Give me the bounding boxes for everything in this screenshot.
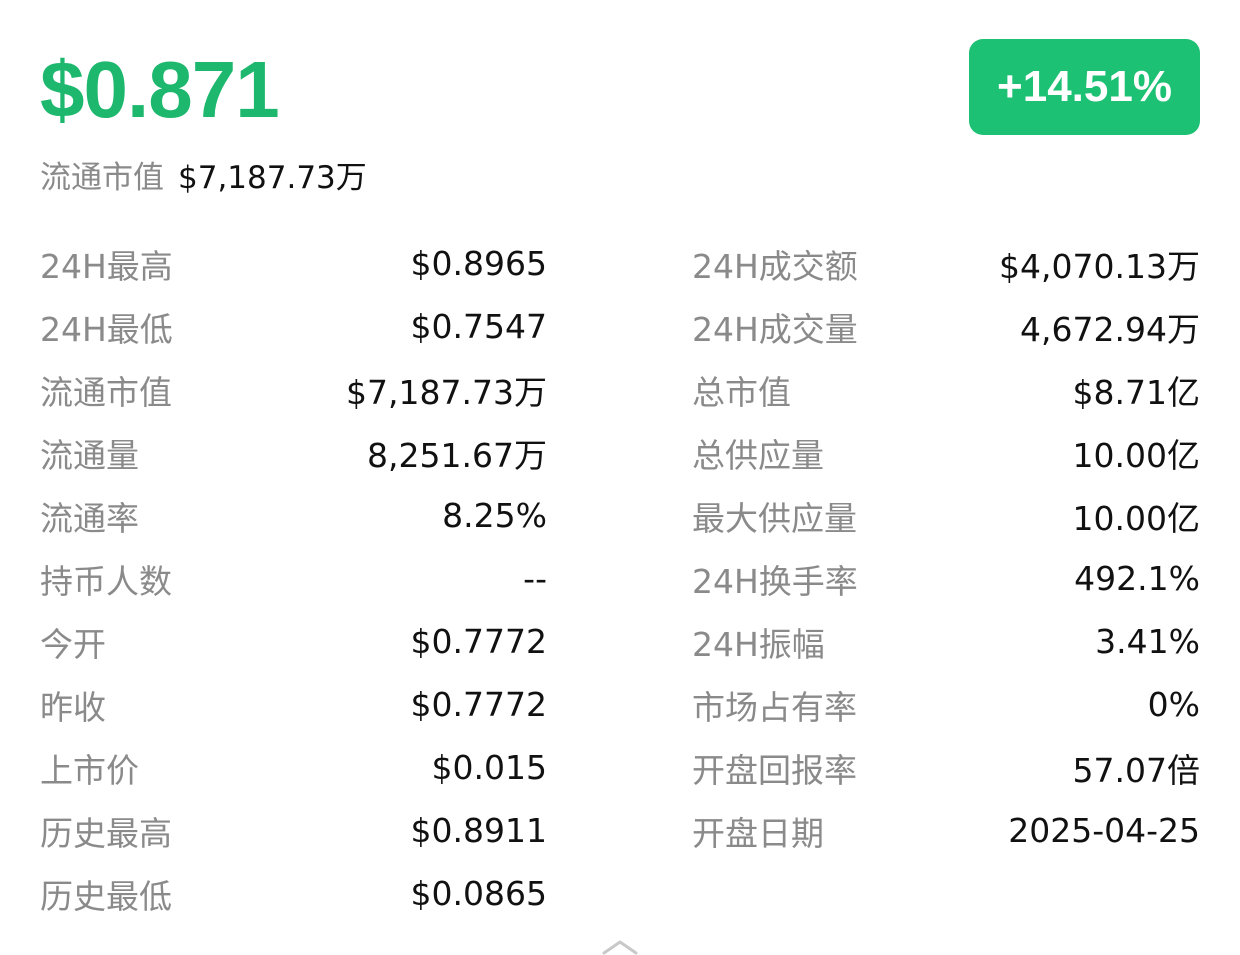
circulating-market-cap-label: 流通市值 bbox=[40, 159, 164, 196]
stat-row-total-market-cap: 总市值 $8.71亿 bbox=[692, 358, 1200, 421]
stat-row-opening-return: 开盘回报率 57.07倍 bbox=[692, 736, 1200, 799]
stat-row-opening-date: 开盘日期 2025-04-25 bbox=[692, 799, 1200, 862]
stat-label: 开盘回报率 bbox=[692, 750, 857, 790]
stat-row-all-time-low: 历史最低 $0.0865 bbox=[40, 862, 547, 925]
stat-value: $0.7772 bbox=[410, 685, 547, 724]
stat-label: 开盘日期 bbox=[692, 813, 824, 853]
stat-value: $8.71亿 bbox=[1072, 372, 1200, 412]
stat-row-all-time-high: 历史最高 $0.8911 bbox=[40, 799, 547, 862]
stat-value: 10.00亿 bbox=[1072, 498, 1200, 538]
stat-label: 24H最低 bbox=[40, 309, 173, 349]
stat-value: $0.7547 bbox=[410, 307, 547, 346]
stat-value: $0.8911 bbox=[410, 811, 547, 850]
stat-value: 492.1% bbox=[1074, 559, 1200, 598]
stat-value: 0% bbox=[1147, 685, 1200, 724]
stat-row-24h-turnover: 24H成交额 $4,070.13万 bbox=[692, 232, 1200, 295]
stat-row-market-share: 市场占有率 0% bbox=[692, 673, 1200, 736]
stat-value: 8,251.67万 bbox=[367, 435, 547, 475]
stat-row-24h-volume: 24H成交量 4,672.94万 bbox=[692, 295, 1200, 358]
stats-left-column: 24H最高 $0.8965 24H最低 $0.7547 流通市值 $7,187.… bbox=[40, 232, 547, 925]
stat-value: 4,672.94万 bbox=[1020, 309, 1200, 349]
stat-value: $0.0865 bbox=[410, 874, 547, 913]
stat-value: -- bbox=[523, 559, 547, 598]
stat-row-circulating-market-cap: 流通市值 $7,187.73万 bbox=[40, 358, 547, 421]
stat-value: 8.25% bbox=[442, 496, 547, 535]
stat-label: 持币人数 bbox=[40, 561, 172, 601]
stat-row-total-supply: 总供应量 10.00亿 bbox=[692, 421, 1200, 484]
stat-label: 24H成交额 bbox=[692, 246, 858, 286]
stat-row-24h-high: 24H最高 $0.8965 bbox=[40, 232, 547, 295]
stat-value: $4,070.13万 bbox=[999, 246, 1200, 286]
circulating-market-cap-summary: 流通市值 $7,187.73万 bbox=[40, 152, 367, 196]
stat-row-circulation-rate: 流通率 8.25% bbox=[40, 484, 547, 547]
current-price: $0.871 bbox=[40, 45, 280, 134]
stat-value: $7,187.73万 bbox=[346, 372, 547, 412]
stat-row-24h-low: 24H最低 $0.7547 bbox=[40, 295, 547, 358]
stat-label: 历史最高 bbox=[40, 813, 172, 853]
stat-row-prev-close: 昨收 $0.7772 bbox=[40, 673, 547, 736]
price-change-badge: +14.51% bbox=[969, 39, 1200, 135]
stat-label: 上市价 bbox=[40, 750, 139, 790]
stat-row-listing-price: 上市价 $0.015 bbox=[40, 736, 547, 799]
stat-value: 10.00亿 bbox=[1072, 435, 1200, 475]
stat-row-today-open: 今开 $0.7772 bbox=[40, 610, 547, 673]
stat-row-24h-amplitude: 24H振幅 3.41% bbox=[692, 610, 1200, 673]
stat-label: 流通量 bbox=[40, 435, 139, 475]
stat-row-24h-turnover-rate: 24H换手率 492.1% bbox=[692, 547, 1200, 610]
stat-row-circulating-supply: 流通量 8,251.67万 bbox=[40, 421, 547, 484]
stat-label: 今开 bbox=[40, 624, 106, 664]
stat-label: 24H振幅 bbox=[692, 624, 825, 664]
stat-label: 总市值 bbox=[692, 372, 791, 412]
stat-label: 最大供应量 bbox=[692, 498, 857, 538]
chevron-up-icon[interactable] bbox=[600, 938, 640, 955]
stat-value: 57.07倍 bbox=[1072, 750, 1200, 790]
stat-row-holders: 持币人数 -- bbox=[40, 547, 547, 610]
stat-label: 市场占有率 bbox=[692, 687, 857, 727]
stat-label: 24H换手率 bbox=[692, 561, 858, 601]
stat-label: 24H最高 bbox=[40, 246, 173, 286]
stat-value: 3.41% bbox=[1095, 622, 1200, 661]
stat-row-max-supply: 最大供应量 10.00亿 bbox=[692, 484, 1200, 547]
stat-value: $0.015 bbox=[431, 748, 547, 787]
stat-value: 2025-04-25 bbox=[1008, 811, 1200, 850]
stat-label: 流通率 bbox=[40, 498, 139, 538]
stat-value: $0.8965 bbox=[410, 244, 547, 283]
stat-label: 流通市值 bbox=[40, 372, 172, 412]
stat-label: 昨收 bbox=[40, 687, 106, 727]
stat-value: $0.7772 bbox=[410, 622, 547, 661]
stat-label: 总供应量 bbox=[692, 435, 824, 475]
stats-right-column: 24H成交额 $4,070.13万 24H成交量 4,672.94万 总市值 $… bbox=[692, 232, 1200, 862]
circulating-market-cap-value: $7,187.73万 bbox=[178, 159, 367, 196]
stat-label: 24H成交量 bbox=[692, 309, 858, 349]
stat-label: 历史最低 bbox=[40, 876, 172, 916]
